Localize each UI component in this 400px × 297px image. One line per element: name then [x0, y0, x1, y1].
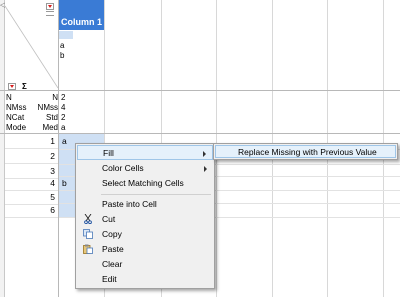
- menu-item-clear[interactable]: Clear: [77, 257, 213, 272]
- menu-item-replace-missing[interactable]: Replace Missing with Previous Value: [215, 145, 396, 158]
- histogram-label-b: b: [60, 51, 65, 60]
- menu-item-label: Cut: [102, 214, 116, 224]
- scissors-icon: [84, 214, 92, 224]
- histogram-bar: [59, 31, 73, 39]
- row-number[interactable]: 4: [5, 176, 58, 191]
- menu-item-label: Paste: [102, 244, 124, 254]
- menu-item-label: Select Matching Cells: [102, 178, 184, 188]
- menu-item-color-cells[interactable]: Color Cells: [77, 161, 213, 176]
- column-histogram-area: [59, 30, 104, 90]
- menu-item-label: Copy: [102, 229, 122, 239]
- row-number[interactable]: 2: [5, 149, 58, 164]
- paste-icon: [83, 244, 93, 254]
- stat-value: 2: [61, 93, 66, 102]
- rows-menu-dropdown-icon[interactable]: [8, 83, 16, 90]
- menu-item-copy[interactable]: Copy: [77, 227, 213, 242]
- menu-item-fill[interactable]: Fill: [77, 145, 213, 160]
- submenu-arrow-icon: [203, 151, 206, 157]
- fill-submenu: Replace Missing with Previous Value: [213, 143, 398, 160]
- menu-item-label: Clear: [102, 259, 123, 269]
- stat-label: NMss: [6, 103, 27, 112]
- menu-item-label: Edit: [102, 274, 117, 284]
- menu-item-select-matching-cells[interactable]: Select Matching Cells: [77, 176, 213, 191]
- menu-item-label: Paste into Cell: [102, 199, 157, 209]
- table-menu-dropdown-icon[interactable]: [46, 3, 54, 10]
- menu-separator: [101, 194, 211, 195]
- row-number[interactable]: 1: [5, 134, 58, 149]
- copy-icon: [83, 229, 93, 239]
- menu-item-paste[interactable]: Paste: [77, 242, 213, 257]
- histogram-label-a: a: [60, 41, 65, 50]
- collapse-arrow-icon[interactable]: ◁: [0, 2, 5, 10]
- menu-item-edit[interactable]: Edit: [77, 272, 213, 287]
- stat-label: NCat: [6, 113, 25, 122]
- stat-label: Std: [45, 113, 58, 122]
- stat-value: 4: [61, 103, 66, 112]
- row-number[interactable]: 6: [5, 203, 58, 218]
- menu-item-paste-into-cell[interactable]: Paste into Cell: [77, 197, 213, 212]
- menu-item-cut[interactable]: Cut: [77, 212, 213, 227]
- stat-label: Med: [42, 123, 58, 132]
- table-menu-bar-icon: [46, 11, 54, 16]
- column-header-top: [59, 0, 104, 15]
- stat-value: a: [61, 123, 66, 132]
- header-separator: [0, 90, 400, 91]
- stat-value: 2: [61, 113, 66, 122]
- stat-label: Mode: [6, 123, 27, 132]
- submenu-arrow-icon: [204, 166, 207, 172]
- stat-label: N: [6, 93, 12, 102]
- menu-item-label: Color Cells: [102, 163, 144, 173]
- context-menu: Fill Color Cells Select Matching Cells P…: [75, 143, 215, 289]
- stat-label: NMss: [37, 103, 58, 112]
- column-header[interactable]: Column 1: [59, 15, 104, 30]
- menu-item-label: Fill: [103, 148, 114, 158]
- stat-label: N: [52, 93, 58, 102]
